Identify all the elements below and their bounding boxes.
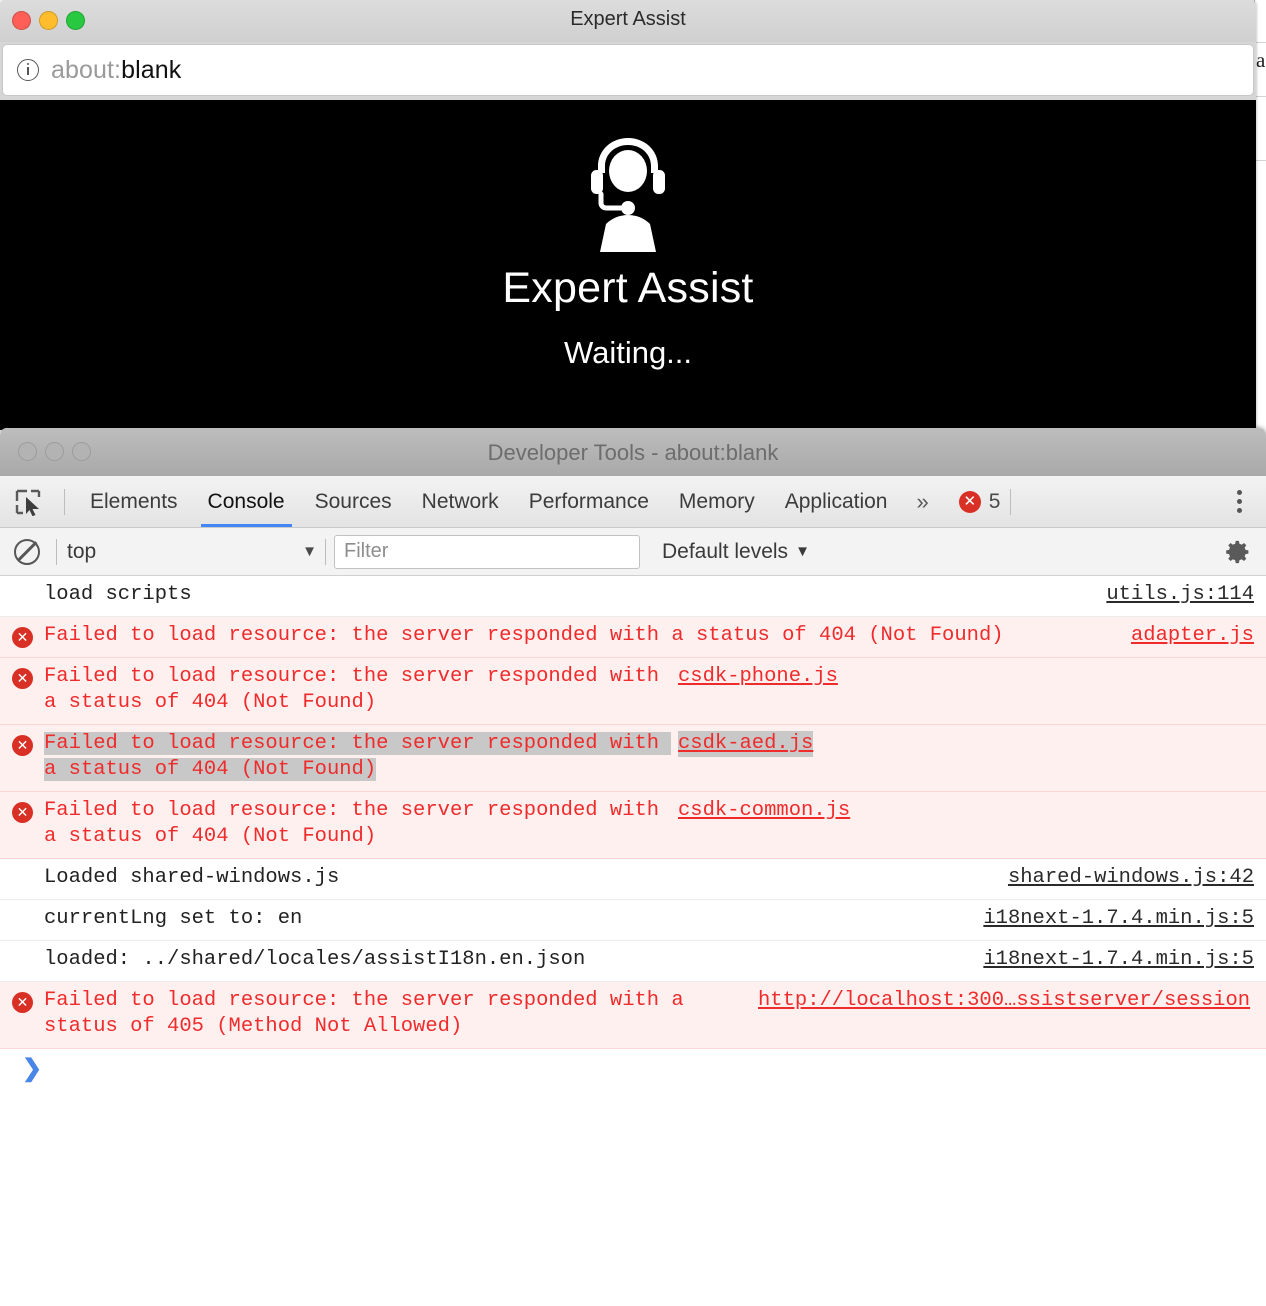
prompt-chevron-icon: ❯ bbox=[22, 1055, 43, 1082]
console-source-link[interactable]: http://localhost:300…ssistserver/session bbox=[758, 988, 1250, 1014]
info-icon[interactable] bbox=[17, 59, 39, 81]
assist-status-text: Waiting... bbox=[563, 335, 693, 370]
chevron-down-icon: ▼ bbox=[302, 543, 317, 560]
error-circle-icon: ✕ bbox=[12, 627, 33, 648]
console-row[interactable]: ✕ Failed to load resource: the server re… bbox=[0, 982, 1266, 1049]
chevron-down-icon: ▼ bbox=[795, 543, 810, 560]
tab-sources[interactable]: Sources bbox=[300, 476, 407, 527]
toolbar-divider bbox=[56, 538, 57, 565]
devtools-window: Developer Tools - about:blank Elements C… bbox=[0, 428, 1266, 1306]
tab-console[interactable]: Console bbox=[193, 476, 300, 527]
console-message-text: Failed to load resource: the server resp… bbox=[44, 665, 672, 714]
console-source-link[interactable]: utils.js:114 bbox=[1106, 582, 1254, 608]
devtools-window-title: Developer Tools - about:blank bbox=[487, 440, 779, 465]
console-row[interactable]: loaded: ../shared/locales/assistI18n.en.… bbox=[0, 941, 1266, 982]
console-row[interactable]: ✕ Failed to load resource: the server re… bbox=[0, 658, 1266, 725]
bg-window-text: a bbox=[1256, 48, 1266, 72]
error-circle-icon: ✕ bbox=[12, 735, 33, 756]
selected-text: Failed to load resource: the server resp… bbox=[44, 732, 672, 781]
console-source-link[interactable]: adapter.js bbox=[1131, 623, 1254, 649]
tab-elements[interactable]: Elements bbox=[75, 476, 193, 527]
console-message-text: Failed to load resource: the server resp… bbox=[44, 624, 1004, 647]
tab-memory[interactable]: Memory bbox=[664, 476, 770, 527]
console-input-prompt[interactable]: ❯ bbox=[0, 1049, 1266, 1099]
console-message-text: Loaded shared-windows.js bbox=[44, 866, 340, 889]
settings-gear-icon[interactable] bbox=[1224, 538, 1252, 566]
toolbar-divider bbox=[325, 538, 326, 565]
browser-titlebar: Expert Assist bbox=[0, 0, 1256, 42]
tabbar-divider bbox=[64, 488, 65, 515]
execution-context-select[interactable]: top ▼ bbox=[67, 540, 325, 564]
console-row[interactable]: ✕ Failed to load resource: the server re… bbox=[0, 617, 1266, 658]
log-levels-label: Default levels bbox=[662, 539, 789, 563]
console-message-text: load scripts bbox=[44, 583, 192, 606]
log-levels-select[interactable]: Default levels ▼ bbox=[662, 540, 810, 564]
console-message-text: Failed to load resource: the server resp… bbox=[44, 731, 678, 783]
tab-performance[interactable]: Performance bbox=[514, 476, 664, 527]
devtools-tab-bar: Elements Console Sources Network Perform… bbox=[0, 476, 1266, 528]
console-row[interactable]: currentLng set to: en i18next-1.7.4.min.… bbox=[0, 900, 1266, 941]
bg-window-divider bbox=[1255, 160, 1266, 161]
console-source-link[interactable]: i18next-1.7.4.min.js:5 bbox=[983, 947, 1254, 973]
more-tabs-icon[interactable]: » bbox=[902, 489, 942, 515]
filter-input[interactable] bbox=[334, 534, 640, 569]
console-row[interactable]: Loaded shared-windows.js shared-windows.… bbox=[0, 859, 1266, 900]
console-source-link[interactable]: i18next-1.7.4.min.js:5 bbox=[983, 906, 1254, 932]
console-toolbar: top ▼ Default levels ▼ bbox=[0, 528, 1266, 576]
console-message-text: loaded: ../shared/locales/assistI18n.en.… bbox=[44, 948, 586, 971]
console-row[interactable]: ✕ Failed to load resource: the server re… bbox=[0, 792, 1266, 859]
assist-title: Expert Assist bbox=[502, 264, 754, 312]
error-circle-icon: ✕ bbox=[958, 490, 981, 513]
error-circle-icon: ✕ bbox=[12, 992, 33, 1013]
inspect-element-icon[interactable] bbox=[14, 488, 42, 516]
tab-application[interactable]: Application bbox=[770, 476, 903, 527]
console-message-text: Failed to load resource: the server resp… bbox=[44, 989, 697, 1038]
browser-window-title: Expert Assist bbox=[570, 8, 686, 30]
bg-window-divider bbox=[1255, 42, 1266, 43]
headset-agent-icon bbox=[591, 138, 665, 252]
expert-assist-page: Expert Assist Waiting... bbox=[0, 100, 1256, 430]
console-row[interactable]: ✕ Failed to load resource: the server re… bbox=[0, 725, 1266, 792]
console-row[interactable]: load scripts utils.js:114 bbox=[0, 576, 1266, 617]
url-text: about:blank bbox=[51, 56, 181, 85]
error-circle-icon: ✕ bbox=[12, 668, 33, 689]
console-message-text: Failed to load resource: the server resp… bbox=[44, 799, 672, 848]
console-message-text: currentLng set to: en bbox=[44, 907, 303, 930]
devtools-titlebar: Developer Tools - about:blank bbox=[0, 428, 1266, 476]
url-scheme: about: bbox=[51, 55, 122, 84]
console-source-link[interactable]: csdk-phone.js bbox=[678, 664, 838, 690]
error-count: 5 bbox=[988, 489, 1001, 513]
console-source-link[interactable]: csdk-common.js bbox=[678, 798, 850, 824]
error-circle-icon: ✕ bbox=[12, 802, 33, 823]
console-source-link[interactable]: shared-windows.js:42 bbox=[1008, 865, 1254, 891]
console-source-link[interactable]: csdk-aed.js bbox=[678, 731, 814, 757]
console-message-list: load scripts utils.js:114 ✕ Failed to lo… bbox=[0, 576, 1266, 1049]
execution-context-label: top bbox=[67, 539, 97, 563]
clear-console-icon[interactable] bbox=[14, 538, 40, 565]
browser-window: Expert Assist about:blank Expert Assist … bbox=[0, 0, 1256, 430]
url-host: blank bbox=[121, 55, 182, 84]
tabbar-divider bbox=[1010, 488, 1012, 515]
url-bar[interactable]: about:blank bbox=[2, 44, 1254, 96]
bg-window-divider bbox=[1255, 96, 1266, 97]
more-options-icon[interactable] bbox=[1226, 488, 1252, 516]
error-count-badge[interactable]: ✕ 5 bbox=[958, 489, 1001, 514]
tab-network[interactable]: Network bbox=[407, 476, 514, 527]
